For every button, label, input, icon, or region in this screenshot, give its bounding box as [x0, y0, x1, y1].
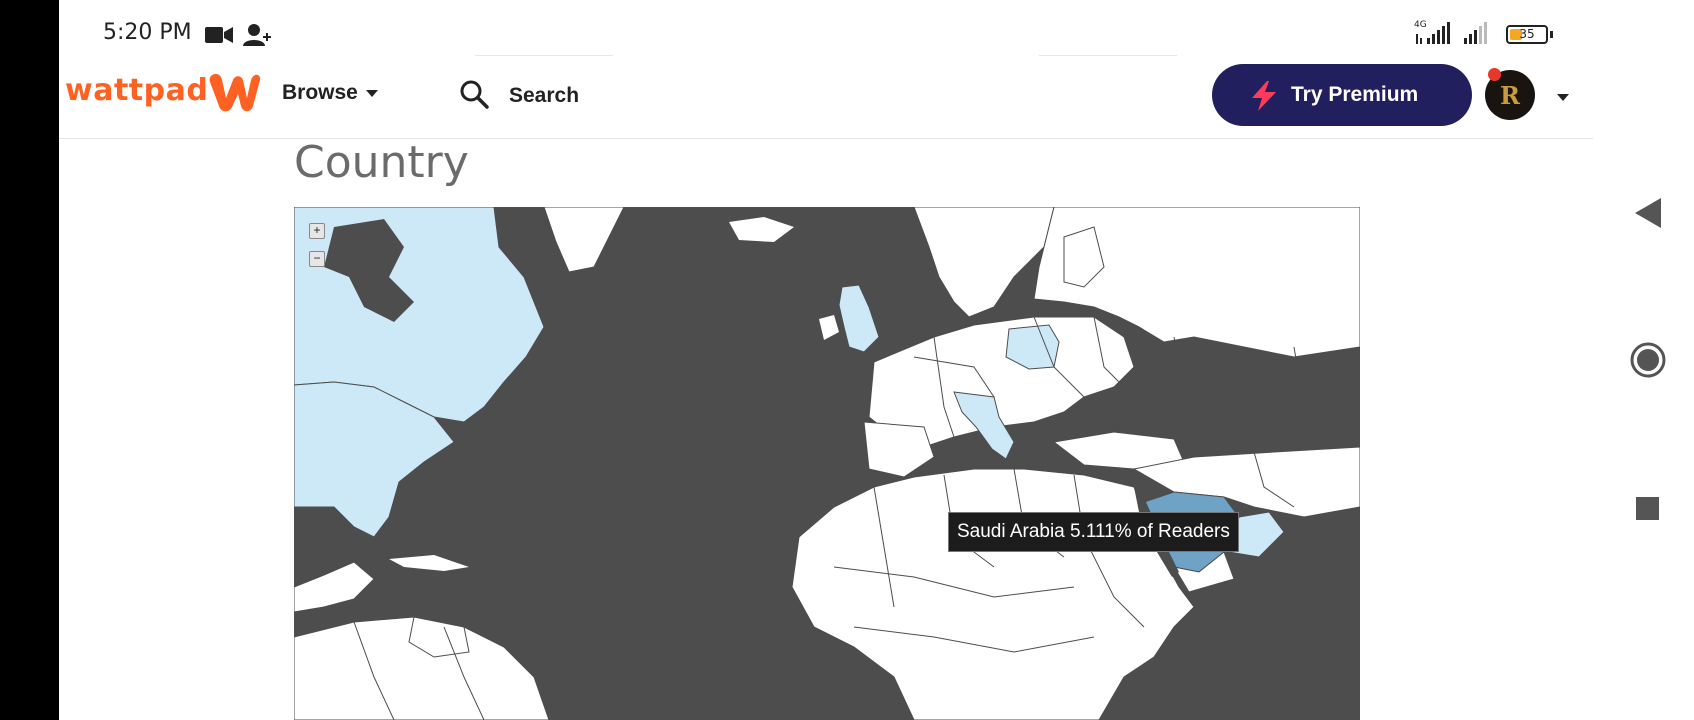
back-icon[interactable] — [1635, 198, 1661, 228]
wattpad-w-logo-icon[interactable] — [207, 70, 263, 114]
battery-nub — [1550, 31, 1553, 38]
phone-screen: 5:20 PM 4G 35 wattpad Browse Search Try … — [59, 0, 1593, 720]
android-nav-bar — [1593, 0, 1694, 720]
home-icon[interactable] — [1630, 342, 1666, 378]
video-camera-icon — [205, 27, 233, 43]
browse-label: Browse — [282, 81, 358, 104]
signal-icon — [1464, 22, 1487, 44]
try-premium-label: Try Premium — [1291, 83, 1419, 106]
notification-dot — [1488, 68, 1501, 81]
wattpad-logo[interactable]: wattpad — [65, 73, 208, 108]
add-person-icon — [243, 24, 271, 46]
section-title: Country — [294, 137, 469, 188]
browse-menu-button[interactable]: Browse — [282, 81, 378, 105]
avatar-initial: R — [1500, 81, 1520, 110]
readers-world-map[interactable]: + − Saudi Arabia 5.111% of Readers — [294, 207, 1360, 720]
site-header: wattpad Browse Search Try Premium R — [59, 50, 1593, 139]
battery-percent: 35 — [1519, 27, 1535, 41]
chevron-down-icon — [365, 89, 378, 97]
battery-icon: 35 — [1506, 25, 1548, 44]
status-time: 5:20 PM — [103, 20, 192, 45]
device-bezel — [0, 0, 59, 720]
signal-icon — [1416, 22, 1450, 44]
map-canvas[interactable] — [294, 207, 1360, 720]
try-premium-button[interactable]: Try Premium — [1212, 64, 1472, 126]
recents-icon[interactable] — [1636, 497, 1659, 520]
chevron-down-icon[interactable] — [1557, 94, 1569, 101]
search-button[interactable]: Search — [509, 84, 579, 108]
map-tooltip: Saudi Arabia 5.111% of Readers — [948, 512, 1239, 552]
lightning-bolt-icon — [1252, 81, 1276, 111]
search-icon[interactable] — [459, 79, 489, 109]
map-zoom-in-button[interactable]: + — [309, 223, 325, 239]
map-zoom-out-button[interactable]: − — [309, 251, 325, 267]
